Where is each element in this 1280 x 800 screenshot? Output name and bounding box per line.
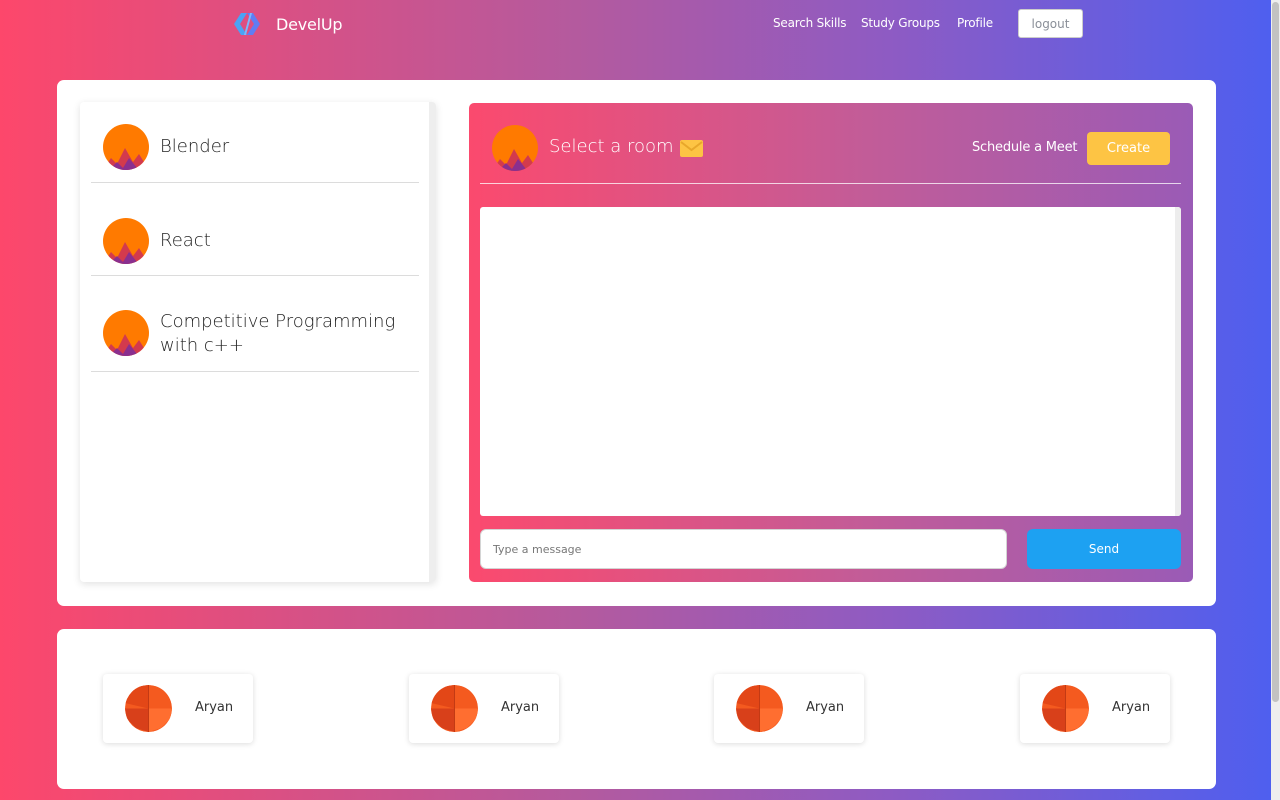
brand[interactable]: DevelUp [232, 11, 343, 37]
room-item-competitive-programming[interactable]: Competitive Programming with c++ [91, 277, 419, 372]
room-list-scrollbar[interactable] [429, 102, 436, 582]
chat-panel: Select a room Schedule a Meet Create Sen… [469, 103, 1193, 582]
top-navbar: DevelUp Search Skills Study Groups Profi… [0, 0, 1271, 48]
send-button[interactable]: Send [1027, 529, 1181, 569]
mountain-sunset-avatar-icon [103, 218, 149, 264]
logout-button[interactable]: logout [1018, 9, 1083, 38]
member-name: Aryan [195, 700, 234, 715]
member-card[interactable]: Aryan [1020, 674, 1170, 743]
chat-header-divider [480, 183, 1181, 184]
member-card[interactable]: Aryan [103, 674, 253, 743]
nav-link-search-skills[interactable]: Search Skills [773, 16, 846, 30]
page-scrollbar-thumb[interactable] [1272, 2, 1279, 702]
message-input[interactable] [480, 529, 1007, 569]
envelope-icon [680, 140, 703, 157]
nav-link-profile[interactable]: Profile [957, 16, 993, 30]
develup-logo-icon [234, 13, 260, 35]
orange-pie-avatar-icon [125, 685, 172, 732]
mountain-sunset-avatar-icon [103, 124, 149, 170]
member-name: Aryan [806, 700, 845, 715]
messages-area[interactable] [480, 207, 1181, 516]
orange-pie-avatar-icon [431, 685, 478, 732]
room-name: Blender [160, 136, 230, 157]
schedule-meet-label: Schedule a Meet [972, 140, 1078, 155]
room-name: React [160, 230, 211, 251]
orange-pie-avatar-icon [736, 685, 783, 732]
mountain-sunset-avatar-icon [103, 310, 149, 356]
member-name: Aryan [1112, 700, 1151, 715]
messages-scrollbar[interactable] [1175, 207, 1181, 516]
brand-name: DevelUp [276, 14, 343, 34]
create-meet-button[interactable]: Create [1087, 132, 1170, 165]
member-name: Aryan [501, 700, 540, 715]
page-scrollbar[interactable] [1271, 0, 1280, 800]
mountain-sunset-avatar-icon [492, 125, 538, 171]
member-card[interactable]: Aryan [714, 674, 864, 743]
room-list: Blender React Competitive Programming wi… [80, 102, 436, 582]
main-card: Blender React Competitive Programming wi… [57, 80, 1216, 606]
orange-pie-avatar-icon [1042, 685, 1089, 732]
members-card: Aryan Aryan Aryan Aryan [57, 629, 1216, 789]
member-card[interactable]: Aryan [409, 674, 559, 743]
room-item-react[interactable]: React [91, 184, 419, 276]
chat-title: Select a room [549, 136, 674, 157]
room-name: Competitive Programming with c++ [160, 311, 396, 356]
room-item-blender[interactable]: Blender [91, 102, 419, 183]
nav-link-study-groups[interactable]: Study Groups [861, 16, 940, 30]
